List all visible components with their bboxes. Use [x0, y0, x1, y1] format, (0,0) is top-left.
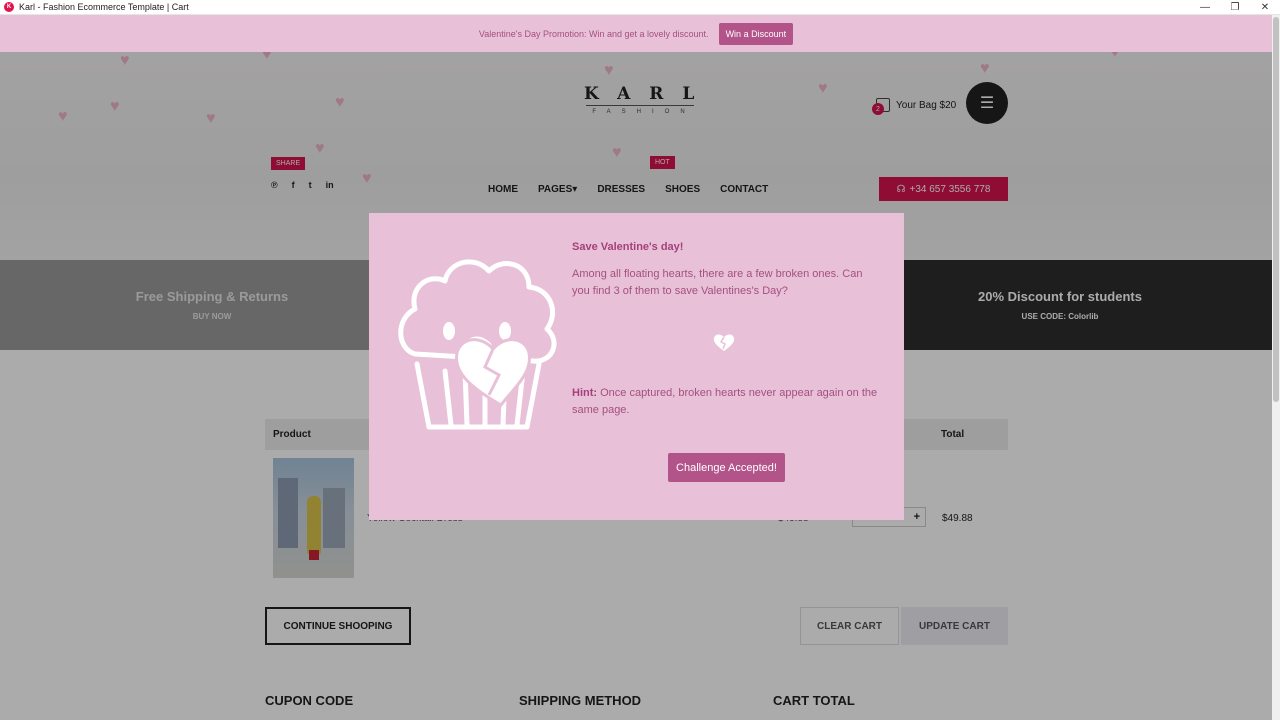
page-scrollbar[interactable] [1272, 15, 1280, 720]
window-titlebar: K Karl - Fashion Ecommerce Template | Ca… [0, 0, 1280, 15]
modal-text: Among all floating hearts, there are a f… [572, 268, 863, 297]
window-title: Karl - Fashion Ecommerce Template | Cart [19, 2, 189, 12]
win-discount-button[interactable]: Win a Discount [718, 22, 794, 45]
scrollbar-thumb[interactable] [1273, 17, 1279, 402]
window-controls: — ❐ ✕ [1190, 0, 1280, 15]
promo-text: Valentine's Day Promotion: Win and get a… [478, 28, 709, 39]
cupcake-broken-heart-icon [398, 259, 557, 430]
hint-text: Once captured, broken hearts never appea… [572, 387, 878, 416]
close-button[interactable]: ✕ [1250, 0, 1280, 15]
promo-bar: Valentine's Day Promotion: Win and get a… [0, 15, 1272, 52]
valentine-modal: Save Valentine's day! Among all floating… [369, 213, 904, 520]
modal-title: Save Valentine's day! [572, 241, 684, 253]
hint-label: Hint: [572, 387, 598, 399]
broken-heart-icon[interactable] [713, 332, 735, 352]
favicon-icon: K [4, 2, 14, 12]
restore-button[interactable]: ❐ [1220, 0, 1250, 15]
challenge-accepted-button[interactable]: Challenge Accepted! [668, 453, 785, 482]
minimize-button[interactable]: — [1190, 0, 1220, 15]
modal-hint: Hint: Once captured, broken hearts never… [572, 385, 882, 419]
